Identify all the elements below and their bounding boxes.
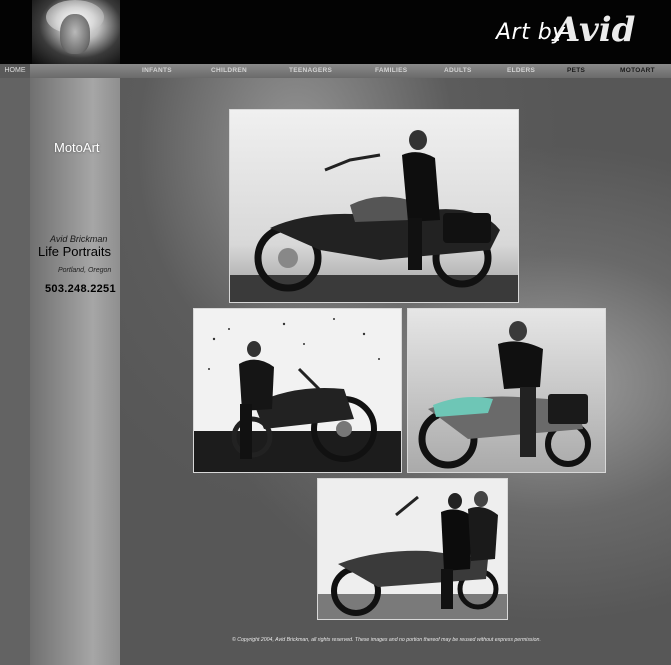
nav-link-infants[interactable]: INFANTS	[142, 64, 172, 78]
business-phone: 503.248.2251	[45, 283, 116, 295]
motorcycle-photo-4[interactable]	[317, 478, 508, 620]
nav-link-families[interactable]: FAMILIES	[375, 64, 407, 78]
nav-link-children[interactable]: CHILDREN	[211, 64, 247, 78]
logo-signature: Avid	[554, 10, 636, 50]
portrait-face	[60, 14, 90, 54]
business-tagline: Life Portraits	[38, 244, 111, 259]
nav-link-adults[interactable]: ADULTS	[444, 64, 472, 78]
nav-link-motoart[interactable]: MOTOART	[620, 64, 655, 78]
sidebar	[30, 78, 120, 665]
nav-link-elders[interactable]: ELDERS	[507, 64, 535, 78]
motorcycle-photo-1[interactable]	[229, 109, 519, 303]
artist-name: Avid Brickman	[50, 234, 108, 244]
site-logo[interactable]: Art by Avid	[496, 10, 660, 56]
main-nav: HOME INFANTS CHILDREN TEENAGERS FAMILIES…	[0, 64, 671, 78]
copyright-notice: © Copyright 2004, Avid Brickman, all rig…	[232, 637, 541, 643]
nav-home-link[interactable]: HOME	[0, 64, 30, 78]
nav-link-pets[interactable]: PETS	[567, 64, 585, 78]
nav-link-teenagers[interactable]: TEENAGERS	[289, 64, 332, 78]
artist-portrait-image	[32, 0, 120, 64]
motorcycle-photo-2[interactable]	[193, 308, 402, 473]
business-location: Portland, Oregon	[58, 267, 112, 274]
left-strip	[0, 78, 30, 665]
motorcycle-photo-3[interactable]	[407, 308, 606, 473]
section-title: MotoArt	[54, 140, 100, 155]
